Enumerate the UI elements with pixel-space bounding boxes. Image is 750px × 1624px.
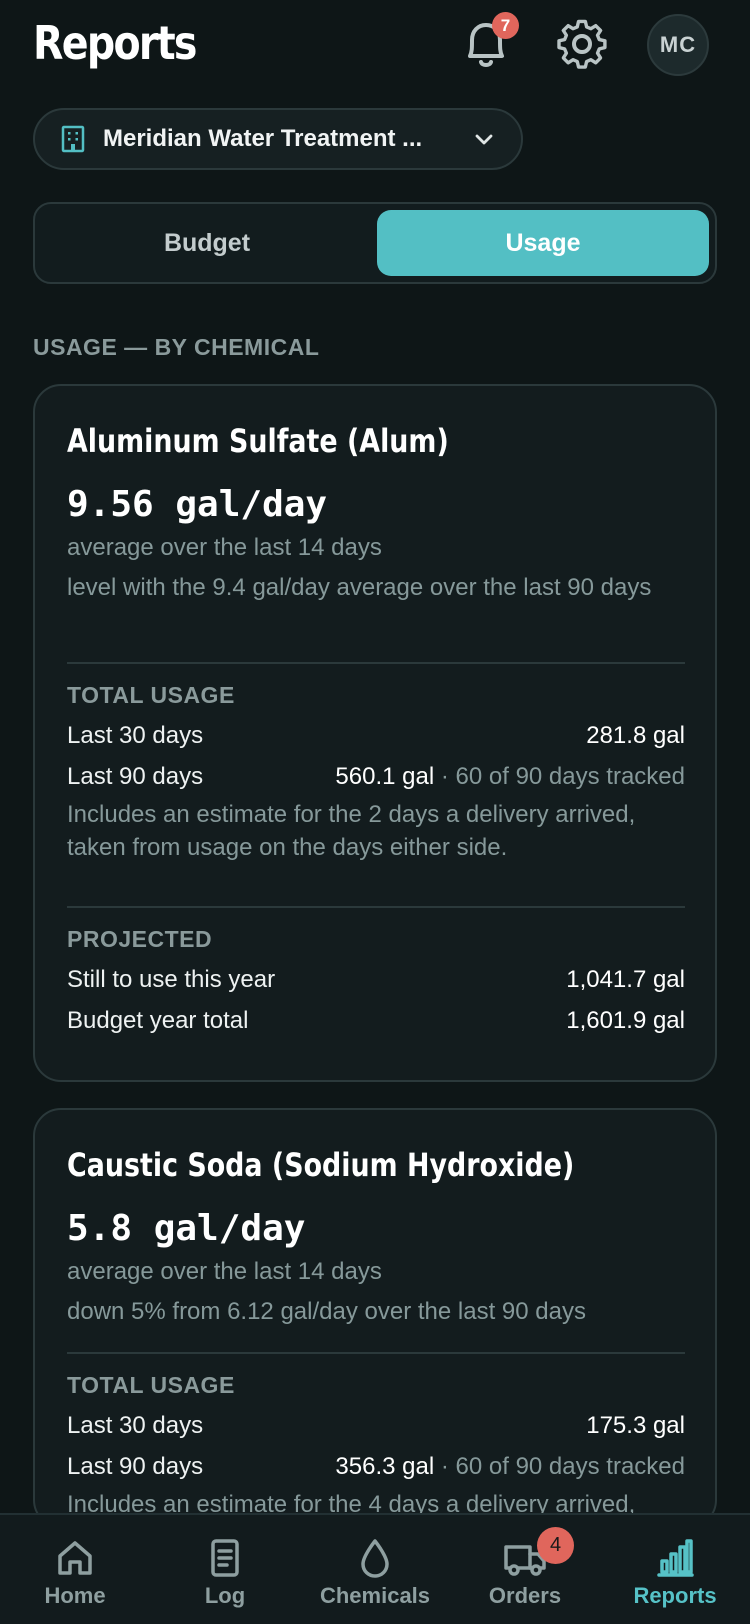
page-title: Reports <box>33 16 197 70</box>
days-tracked: 60 of 90 days tracked <box>455 1453 685 1480</box>
tab-budget[interactable]: Budget <box>41 210 373 276</box>
bottom-nav: Home Log Chemicals Orders 4 Reports <box>0 1513 750 1624</box>
separator: · <box>434 1453 456 1480</box>
nav-label: Log <box>204 1583 246 1608</box>
nav-log[interactable]: Log <box>150 1515 300 1624</box>
rate-note: average over the last 14 days <box>67 534 382 561</box>
facility-name: Meridian Water Treatment ... <box>103 125 423 152</box>
separator: · <box>434 763 456 790</box>
tab-usage[interactable]: Usage <box>377 210 709 276</box>
gear-icon <box>557 19 607 69</box>
nav-orders[interactable]: Orders 4 <box>450 1515 600 1624</box>
budget-year-total-row: Budget year total 1,601.9 gal <box>67 1004 685 1038</box>
divider <box>67 1352 685 1354</box>
total-usage-heading: TOTAL USAGE <box>67 1372 235 1398</box>
usage-rate: 5.8 gal/day <box>67 1208 306 1249</box>
nav-label: Reports <box>633 1583 717 1608</box>
rate-trend: down 5% from 6.12 gal/day over the last … <box>67 1298 586 1325</box>
chevron-down-icon <box>475 134 493 145</box>
report-type-toggle: Budget Usage <box>33 202 717 284</box>
row-label: Last 90 days <box>67 763 204 790</box>
total-usage-heading: TOTAL USAGE <box>67 682 235 708</box>
facility-selector[interactable]: Meridian Water Treatment ... <box>33 108 523 170</box>
chemical-card: Aluminum Sulfate (Alum) 9.56 gal/day ave… <box>33 384 717 1082</box>
row-label: Last 30 days <box>67 722 204 749</box>
nav-label: Orders <box>488 1583 562 1608</box>
estimate-note: Includes an estimate for the 2 days a de… <box>67 801 636 861</box>
last-30-days-row: Last 30 days 175.3 gal <box>67 1409 685 1443</box>
usage-rate: 9.56 gal/day <box>67 484 328 525</box>
nav-chemicals[interactable]: Chemicals <box>300 1515 450 1624</box>
last-30-days-row: Last 30 days 281.8 gal <box>67 719 685 753</box>
nav-home[interactable]: Home <box>0 1515 150 1624</box>
divider <box>67 906 685 908</box>
header: Reports 7 MC <box>0 0 750 100</box>
days-tracked: 60 of 90 days tracked <box>455 763 685 790</box>
row-label: Last 90 days <box>67 1453 204 1480</box>
row-value: 1,041.7 gal <box>566 966 685 993</box>
rate-note: average over the last 14 days <box>67 1258 382 1285</box>
section-heading: USAGE — BY CHEMICAL <box>33 334 320 360</box>
nav-label: Home <box>44 1583 106 1608</box>
row-label: Still to use this year <box>67 966 276 993</box>
row-label: Last 30 days <box>67 1412 204 1439</box>
row-value: 356.3 gal · 60 of 90 days tracked <box>335 1453 685 1481</box>
value-amount: 560.1 gal <box>335 763 435 790</box>
row-value: 281.8 gal <box>586 722 685 749</box>
building-icon <box>61 125 85 153</box>
bar-chart-icon <box>657 1539 694 1577</box>
home-icon <box>58 1541 92 1575</box>
log-icon <box>211 1539 239 1577</box>
orders-count-badge: 4 <box>537 1527 574 1564</box>
last-90-days-row: Last 90 days 560.1 gal · 60 of 90 days t… <box>67 760 685 794</box>
still-to-use-row: Still to use this year 1,041.7 gal <box>67 963 685 997</box>
projected-heading: PROJECTED <box>67 926 213 952</box>
chemical-name: Caustic Soda (Sodium Hydroxide) <box>67 1146 575 1184</box>
last-90-days-row: Last 90 days 356.3 gal · 60 of 90 days t… <box>67 1450 685 1484</box>
row-value: 1,601.9 gal <box>566 1007 685 1034</box>
divider <box>67 662 685 664</box>
nav-label: Chemicals <box>319 1583 431 1608</box>
nav-reports[interactable]: Reports <box>600 1515 750 1624</box>
row-label: Budget year total <box>67 1007 249 1034</box>
row-value: 175.3 gal <box>586 1412 685 1439</box>
row-value: 560.1 gal · 60 of 90 days tracked <box>335 763 685 791</box>
rate-trend: level with the 9.4 gal/day average over … <box>67 574 652 601</box>
settings-button[interactable] <box>552 14 612 74</box>
chemical-name: Aluminum Sulfate (Alum) <box>67 422 449 460</box>
chemical-card: Caustic Soda (Sodium Hydroxide) 5.8 gal/… <box>33 1108 717 1551</box>
value-amount: 356.3 gal <box>335 1453 435 1480</box>
drop-icon <box>361 1539 389 1578</box>
avatar[interactable]: MC <box>647 14 709 76</box>
notification-count-badge: 7 <box>492 12 519 39</box>
